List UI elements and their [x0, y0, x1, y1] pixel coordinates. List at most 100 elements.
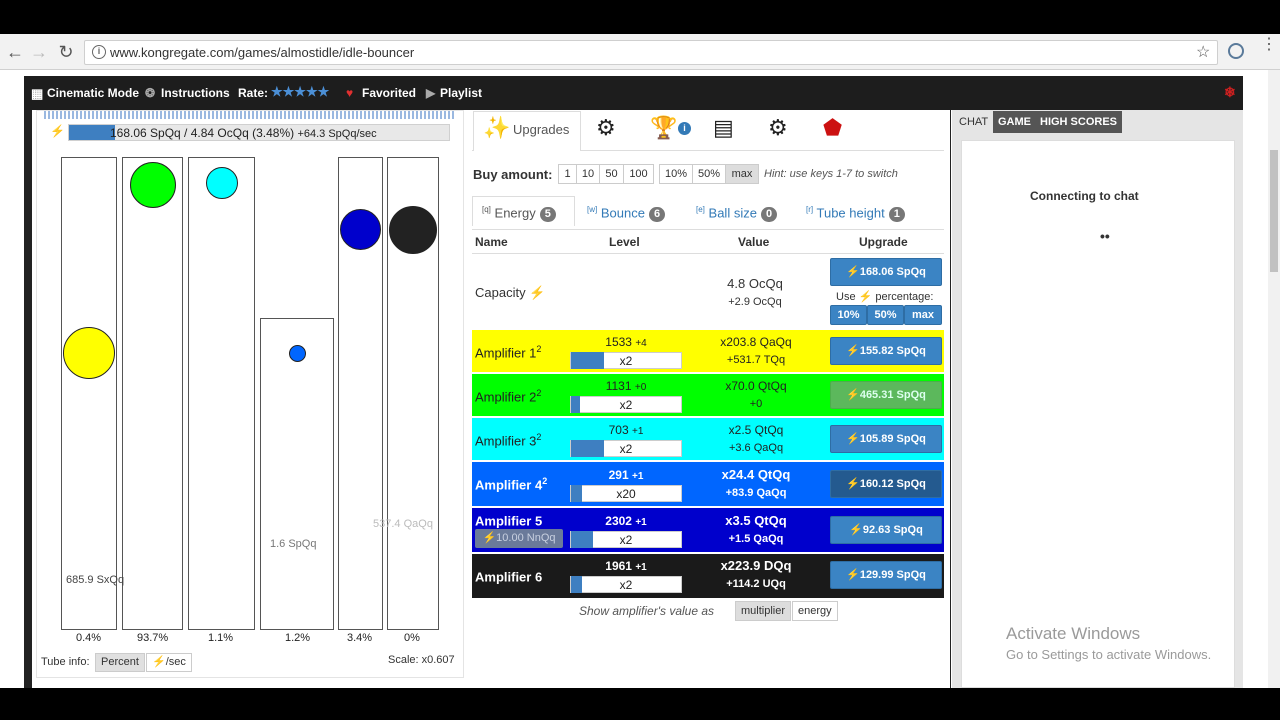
ball-black	[389, 206, 437, 254]
achievements-info-icon[interactable]: i	[678, 122, 691, 135]
amplifier-upgrade-button[interactable]: ⚡465.31 SpQq	[830, 381, 942, 409]
show-amp-label: Show amplifier's value as	[579, 604, 715, 618]
instructions-icon: ❂	[145, 86, 156, 100]
prestige-gem-icon[interactable]: ⬟	[823, 115, 842, 141]
amplifier-level: 1131 +0	[605, 379, 647, 393]
amplifier-5-unlock-button[interactable]: ⚡10.00 NnQq	[475, 529, 563, 548]
forward-arrow-icon[interactable]: →	[28, 43, 50, 61]
amplifier-name: Amplifier 42	[475, 476, 548, 493]
show-multiplier-button[interactable]: multiplier	[735, 601, 792, 621]
buy-50pct-button[interactable]: 50%	[692, 164, 726, 184]
activate-windows-title: Activate Windows	[1006, 624, 1141, 643]
chat-content	[961, 140, 1235, 688]
stats-chart-icon[interactable]: ▤	[713, 115, 734, 141]
loading-dots: ••	[1100, 228, 1110, 244]
show-energy-button[interactable]: energy	[792, 601, 838, 621]
amplifier-mult-bar[interactable]: x2	[570, 396, 682, 413]
cinematic-mode-link[interactable]: Cinematic Mode	[47, 86, 139, 100]
settings-gear-icon[interactable]: ⚙	[768, 115, 788, 141]
subtab-bounce[interactable]: [w] Bounce 6	[587, 196, 666, 224]
amplifier-level: 703 +1	[608, 423, 644, 437]
amplifier-mult-bar[interactable]: x2	[570, 352, 682, 369]
challenges-icon[interactable]: ⚙	[596, 115, 616, 141]
amplifier-level: 1961 +1	[605, 559, 647, 573]
scrollbar-thumb[interactable]	[1270, 150, 1278, 272]
amplifier-mult-bar[interactable]: x20	[570, 485, 682, 502]
buy-max-button[interactable]: max	[725, 164, 759, 184]
table-header-border	[472, 253, 944, 254]
col-name-header: Name	[475, 235, 508, 249]
amplifier-level: 1533 +4	[605, 335, 647, 349]
subtab-ball-size[interactable]: [e] Ball size 0	[696, 196, 778, 224]
tube-4[interactable]	[260, 318, 334, 630]
energy-amount: 168.06 SpQq / 4.84 OcQq (3.48%) +64.3 Sp…	[110, 126, 377, 140]
amplifier-mult-bar[interactable]: x2	[570, 531, 682, 548]
tube-info-persec-button[interactable]: ⚡/sec	[146, 653, 192, 672]
tab-game[interactable]: GAME	[993, 111, 1036, 133]
back-arrow-icon[interactable]: ←	[4, 43, 26, 61]
col-level-header: Level	[609, 235, 640, 249]
use-percentage-label: Use ⚡ percentage:	[836, 291, 934, 303]
buy-1-button[interactable]: 1	[558, 164, 577, 184]
kong-logo-icon[interactable]: ❄	[1224, 84, 1236, 101]
capacity-10pct-button[interactable]: 10%	[830, 305, 867, 325]
capacity-max-button[interactable]: max	[904, 305, 942, 325]
capacity-upgrade-button[interactable]: ⚡168.06 SpQq	[830, 258, 942, 286]
table-top-border	[472, 229, 944, 230]
instructions-link[interactable]: Instructions	[161, 86, 230, 100]
amplifier-row: Amplifier 6 1961 +1 x2 x223.9 DQq +114.2…	[472, 554, 944, 598]
amplifier-name: Amplifier 12	[475, 344, 542, 361]
browser-menu-icon[interactable]: ⋮	[1261, 37, 1277, 53]
capacity-name: Capacity ⚡	[475, 285, 546, 300]
favorited-link[interactable]: Favorited	[362, 86, 416, 100]
ball-yellow	[63, 327, 115, 379]
url-text[interactable]: www.kongregate.com/games/almostidle/idle…	[110, 45, 414, 60]
amplifier-upgrade-button[interactable]: ⚡155.82 SpQq	[830, 337, 942, 365]
trophy-icon[interactable]: 🏆	[650, 115, 677, 141]
subtab-tube-height[interactable]: [r] Tube height 1	[806, 196, 905, 224]
tube-1-percent: 0.4%	[76, 632, 102, 644]
buy-50-button[interactable]: 50	[599, 164, 624, 184]
amplifier-level: 291 +1	[608, 468, 644, 482]
bookmark-star-icon[interactable]: ☆	[1196, 42, 1210, 62]
buy-10pct-button[interactable]: 10%	[659, 164, 693, 184]
rating-stars[interactable]: ★★★★★	[271, 84, 329, 100]
tube-1[interactable]	[61, 157, 117, 630]
tube-4-label: 1.6 SpQq	[270, 538, 317, 550]
amplifier-value: x223.9 DQq	[720, 558, 792, 573]
amplifier-row: Amplifier 12 1533 +4 x2 x203.8 QaQq +531…	[472, 330, 944, 372]
tube-info-percent-button[interactable]: Percent	[95, 653, 145, 672]
amplifier-upgrade-button[interactable]: ⚡105.89 SpQq	[830, 425, 942, 453]
amplifier-upgrade-button[interactable]: ⚡92.63 SpQq	[830, 516, 942, 544]
amplifier-upgrade-button[interactable]: ⚡160.12 SpQq	[830, 470, 942, 498]
amplifier-upgrade-button[interactable]: ⚡129.99 SpQq	[830, 561, 942, 589]
tab-high-scores[interactable]: HIGH SCORES	[1035, 111, 1123, 133]
amplifier-delta: +3.6 QaQq	[728, 442, 784, 454]
buy-amount-label: Buy amount:	[473, 167, 553, 182]
tube-2[interactable]	[122, 157, 183, 630]
energy-bar-fill	[69, 125, 116, 140]
energy-wave-decor	[44, 111, 454, 119]
playlist-link[interactable]: Playlist	[440, 86, 482, 100]
amplifier-mult-bar[interactable]: x2	[570, 440, 682, 457]
amplifier-value: x203.8 QaQq	[720, 335, 792, 349]
ball-navy	[340, 209, 381, 250]
site-info-icon[interactable]: i	[92, 45, 106, 59]
extension-icon[interactable]	[1228, 43, 1244, 59]
tube-2-percent: 93.7%	[137, 632, 169, 644]
subtab-energy[interactable]: [q] Energy 5	[482, 196, 556, 224]
tab-chat[interactable]: CHAT	[954, 111, 994, 133]
reload-icon[interactable]: ↻	[55, 43, 77, 61]
capacity-50pct-button[interactable]: 50%	[867, 305, 904, 325]
buy-10-button[interactable]: 10	[576, 164, 600, 184]
ball-green	[130, 162, 176, 208]
amplifier-mult-bar[interactable]: x2	[570, 576, 682, 593]
buy-100-button[interactable]: 100	[623, 164, 654, 184]
tube-1-label: 685.9 SxQq	[66, 574, 125, 586]
amplifier-level: 2302 +1	[605, 514, 647, 528]
amplifier-value: x2.5 QtQq	[728, 423, 784, 437]
cinematic-icon[interactable]: ▦	[31, 86, 43, 102]
buy-hint: Hint: use keys 1-7 to switch	[764, 168, 898, 180]
amplifier-name: Amplifier 32	[475, 432, 542, 449]
tube-3[interactable]	[188, 157, 255, 630]
